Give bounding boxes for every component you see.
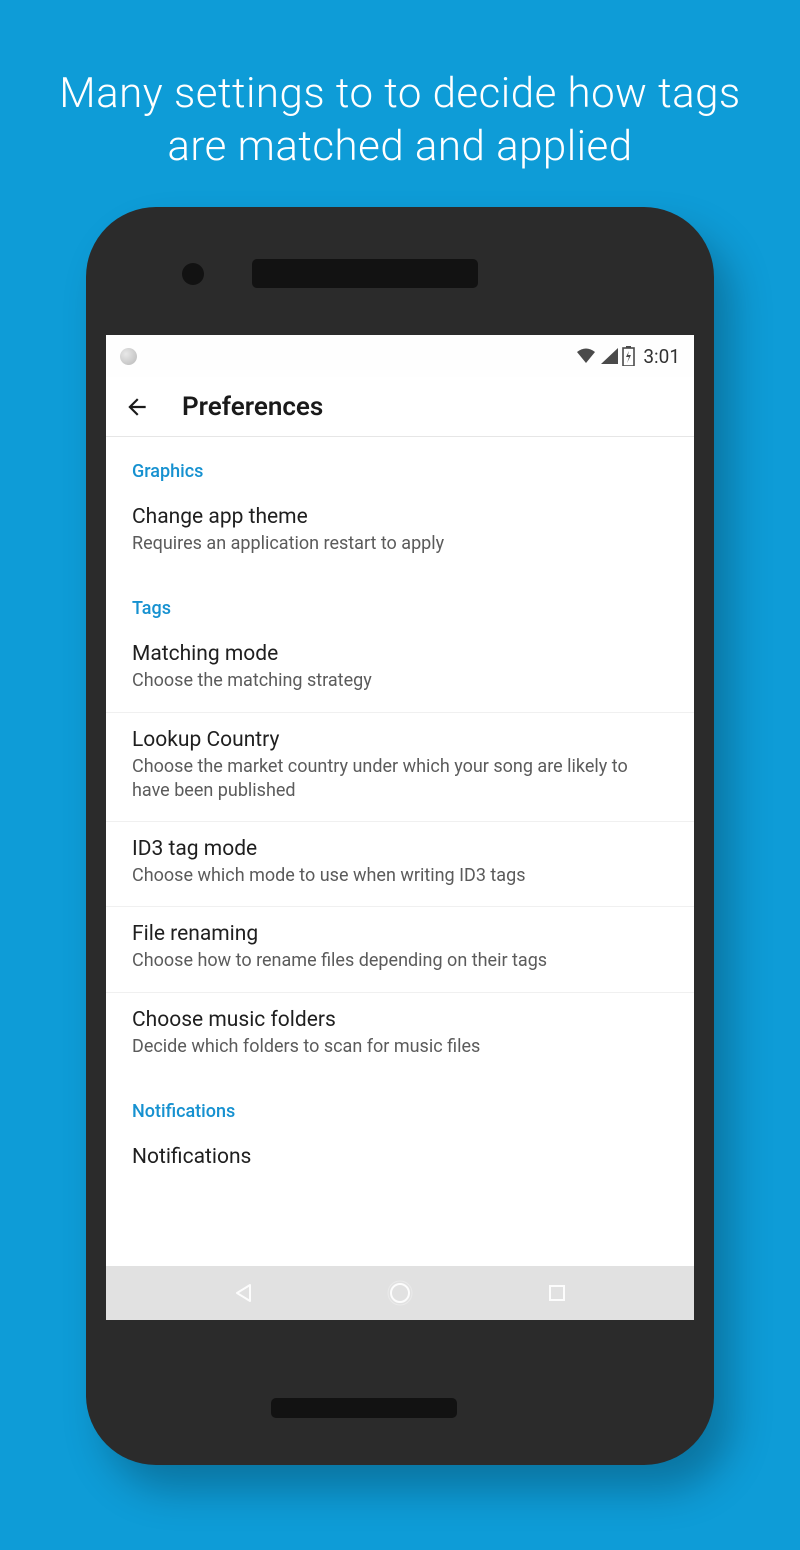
setting-title: Change app theme <box>132 505 668 529</box>
setting-id3-tag-mode[interactable]: ID3 tag mode Choose which mode to use wh… <box>106 822 694 907</box>
setting-subtitle: Choose which mode to use when writing ID… <box>132 864 668 888</box>
setting-notifications[interactable]: Notifications <box>106 1130 694 1190</box>
setting-change-app-theme[interactable]: Change app theme Requires an application… <box>106 490 694 574</box>
settings-content[interactable]: Graphics Change app theme Requires an ap… <box>106 437 694 1266</box>
status-bar: 3:01 <box>106 335 694 377</box>
android-nav-bar <box>106 1266 694 1320</box>
setting-title: File renaming <box>132 922 668 946</box>
setting-subtitle: Choose how to rename files depending on … <box>132 949 668 973</box>
setting-lookup-country[interactable]: Lookup Country Choose the market country… <box>106 713 694 823</box>
phone-device-frame: 3:01 Preferences Graphics Change app the… <box>86 207 714 1465</box>
wifi-icon <box>575 347 597 365</box>
battery-charging-icon <box>622 346 635 366</box>
phone-camera-dot <box>182 263 204 285</box>
phone-screen: 3:01 Preferences Graphics Change app the… <box>106 335 694 1320</box>
phone-bottom-speaker <box>271 1398 457 1418</box>
setting-title: Choose music folders <box>132 1008 668 1032</box>
nav-home-icon[interactable] <box>387 1280 413 1306</box>
nav-recent-icon[interactable] <box>548 1284 566 1302</box>
setting-matching-mode[interactable]: Matching mode Choose the matching strate… <box>106 627 694 712</box>
section-header-tags: Tags <box>106 574 694 627</box>
nav-back-icon[interactable] <box>234 1283 252 1303</box>
setting-title: ID3 tag mode <box>132 837 668 861</box>
app-bar: Preferences <box>106 377 694 437</box>
setting-subtitle: Decide which folders to scan for music f… <box>132 1035 668 1059</box>
setting-choose-music-folders[interactable]: Choose music folders Decide which folder… <box>106 993 694 1077</box>
section-header-graphics: Graphics <box>106 437 694 490</box>
setting-title: Notifications <box>132 1145 668 1169</box>
phone-earpiece <box>252 259 478 288</box>
setting-subtitle: Requires an application restart to apply <box>132 532 668 556</box>
status-time: 3:01 <box>643 345 680 368</box>
page-title: Preferences <box>182 392 323 422</box>
setting-title: Matching mode <box>132 642 668 666</box>
promo-headline: Many settings to to decide how tags are … <box>0 0 800 173</box>
setting-subtitle: Choose the matching strategy <box>132 669 668 693</box>
setting-subtitle: Choose the market country under which yo… <box>132 755 668 804</box>
setting-file-renaming[interactable]: File renaming Choose how to rename files… <box>106 907 694 992</box>
cell-signal-icon <box>600 347 619 365</box>
status-notification-dot <box>120 348 137 365</box>
setting-title: Lookup Country <box>132 728 668 752</box>
back-arrow-icon[interactable] <box>124 394 150 420</box>
section-header-notifications: Notifications <box>106 1077 694 1130</box>
